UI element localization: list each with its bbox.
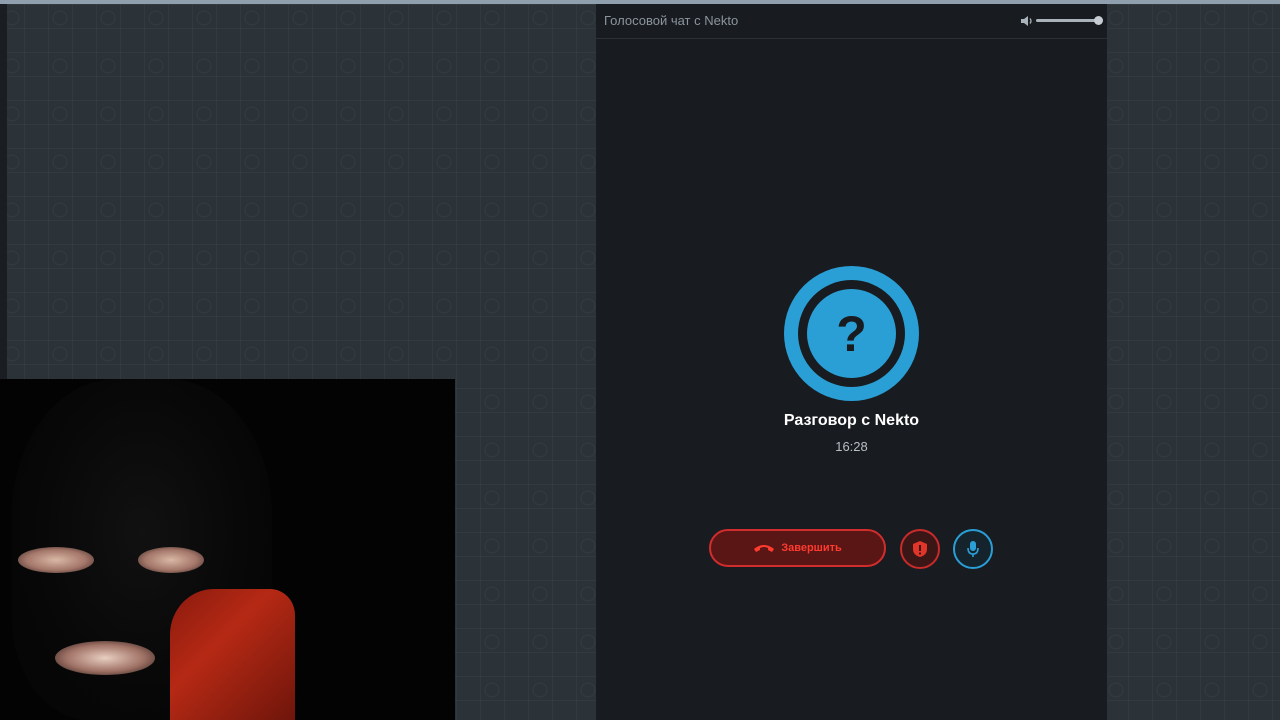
call-title: Разговор с Nekto <box>783 412 920 429</box>
red-clothing <box>170 589 295 720</box>
webcam-overlay <box>0 379 455 720</box>
call-timer: 16:28 <box>835 439 868 454</box>
volume-icon[interactable] <box>1020 14 1034 28</box>
volume-slider[interactable] <box>1036 19 1098 22</box>
caller-avatar: ? <box>784 266 919 401</box>
avatar-ring: ? <box>798 280 905 387</box>
chat-header: Голосовой чат с Nekto <box>596 4 1107 39</box>
volume-slider-handle[interactable] <box>1094 16 1103 25</box>
eye-right <box>138 547 204 573</box>
end-call-button[interactable]: Завершить <box>709 529 886 567</box>
microphone-icon <box>967 541 979 557</box>
question-mark-icon: ? <box>836 305 867 362</box>
avatar-inner-circle: ? <box>807 289 896 378</box>
mouth <box>55 641 155 675</box>
phone-hangup-icon <box>754 545 775 552</box>
voice-chat-panel: Голосовой чат с Nekto ? Разговор с Nekto… <box>596 4 1107 720</box>
end-call-label: Завершить <box>781 542 842 554</box>
left-edge-strip <box>0 4 7 380</box>
chat-title: Голосовой чат с Nekto <box>604 13 739 28</box>
microphone-button[interactable] <box>953 529 993 569</box>
shield-alert-icon <box>913 541 927 557</box>
eye-left <box>18 547 94 573</box>
report-button[interactable] <box>900 529 940 569</box>
